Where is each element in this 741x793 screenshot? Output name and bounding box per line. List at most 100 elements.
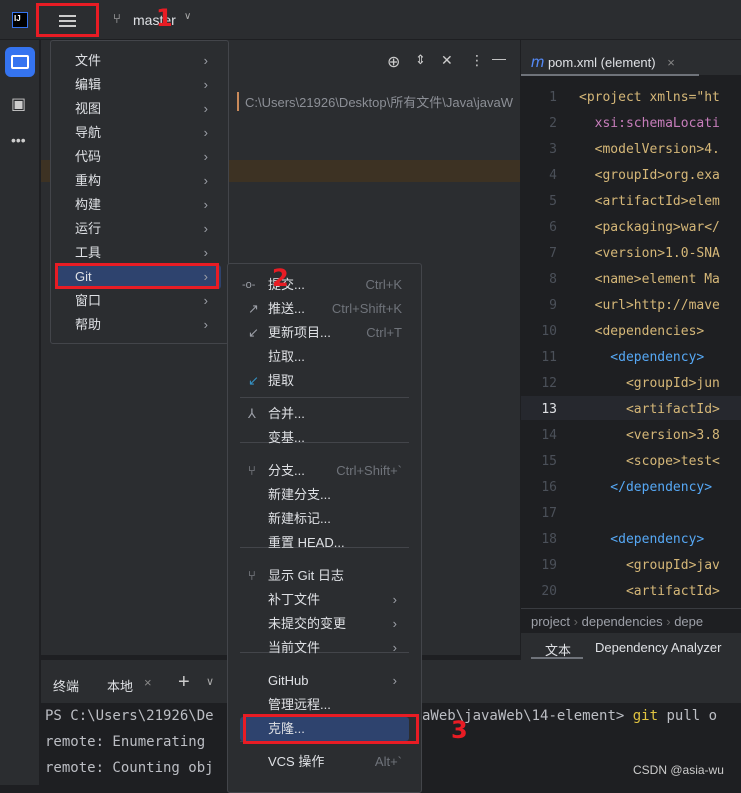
chevron-right-icon: › xyxy=(203,293,208,308)
menu-item-6[interactable]: 构建 › xyxy=(51,193,228,217)
git-menu-item-11[interactable]: ⑂ 显示 Git 日志 xyxy=(228,564,421,588)
git-menu-item-3[interactable]: 拉取... xyxy=(228,345,421,369)
code-line: <groupId>jun xyxy=(579,376,720,391)
merge-icon: ⅄ xyxy=(248,406,256,421)
tab-local[interactable]: 本地 xyxy=(107,676,133,695)
line-number: 20 xyxy=(541,584,557,599)
code-line: <artifactId>elem xyxy=(579,194,720,209)
line-number: 2 xyxy=(549,116,557,131)
folder-icon xyxy=(11,55,29,69)
chevron-right-icon: › xyxy=(392,616,397,631)
menu-item-11[interactable]: 帮助 › xyxy=(51,313,228,337)
close-icon[interactable]: × xyxy=(667,55,675,70)
git-menu-item-12[interactable]: 补丁文件 › xyxy=(228,588,421,612)
git-menu-item-18[interactable]: VCS 操作 Alt+` xyxy=(228,750,421,774)
breadcrumb: project › dependencies › depe xyxy=(521,608,741,632)
collapse-icon[interactable]: ✕ xyxy=(441,52,453,69)
git-menu-item-14[interactable]: 当前文件 › xyxy=(228,636,421,660)
code-line: <groupId>org.exa xyxy=(579,168,720,183)
git-menu-item-0[interactable]: -o- 提交... Ctrl+K xyxy=(228,273,421,297)
breadcrumb-project[interactable]: project xyxy=(531,614,570,629)
code-line: xsi:schemaLocati xyxy=(579,116,720,131)
add-icon[interactable]: + xyxy=(178,671,190,694)
code-line: <version>3.8 xyxy=(579,428,720,443)
tool-window-strip: ▣ ••• xyxy=(0,40,40,785)
title-bar: IJ ⑂ master ∨ 1 xyxy=(0,0,741,40)
hamburger-icon xyxy=(59,15,76,27)
hide-icon[interactable]: — xyxy=(492,50,506,66)
menu-item-10[interactable]: 窗口 › xyxy=(51,289,228,313)
line-number: 3 xyxy=(549,142,557,157)
chevron-right-icon: › xyxy=(203,173,208,188)
code-line: <dependency> xyxy=(579,532,705,547)
breadcrumb-dependency[interactable]: depe xyxy=(674,614,703,629)
line-number: 8 xyxy=(549,272,557,287)
breadcrumb-dependencies[interactable]: dependencies xyxy=(582,614,663,629)
line-number: 16 xyxy=(541,480,557,495)
chevron-right-icon: › xyxy=(203,125,208,140)
menu-item-2[interactable]: 视图 › xyxy=(51,97,228,121)
chevron-right-icon: › xyxy=(203,245,208,260)
code-line: <project xmlns="ht xyxy=(579,90,720,105)
update-arrow-icon: ↙ xyxy=(248,325,259,340)
locate-icon[interactable]: ⊕ xyxy=(387,52,400,72)
menu-item-8[interactable]: 工具 › xyxy=(51,241,228,265)
git-menu-item-2[interactable]: ↙ 更新项目... Ctrl+T xyxy=(228,321,421,345)
structure-icon[interactable]: ▣ xyxy=(11,94,26,114)
code-line: <packaging>war</ xyxy=(579,220,720,235)
chevron-right-icon: › xyxy=(392,640,397,655)
project-tool-button[interactable] xyxy=(5,47,35,77)
menu-separator xyxy=(240,397,409,398)
git-menu-item-9[interactable]: 新建标记... xyxy=(228,507,421,531)
code-line: <artifactId> xyxy=(579,584,720,599)
chevron-right-icon: › xyxy=(203,317,208,332)
annotation-1: 1 xyxy=(156,4,173,32)
chevron-down-icon[interactable]: ∨ xyxy=(206,675,214,688)
line-number: 6 xyxy=(549,220,557,235)
git-menu-item-15[interactable]: GitHub › xyxy=(228,669,421,693)
main-menu-button[interactable] xyxy=(36,3,99,37)
chevron-right-icon: › xyxy=(203,53,208,68)
menu-item-5[interactable]: 重构 › xyxy=(51,169,228,193)
git-menu-item-6[interactable]: 变基... xyxy=(228,426,421,450)
tab-dependency-analyzer[interactable]: Dependency Analyzer xyxy=(595,640,721,655)
line-number: 5 xyxy=(549,194,557,209)
commit-icon: -o- xyxy=(242,279,256,291)
annotation-box-clone xyxy=(243,714,419,744)
editor-tab[interactable]: m pom.xml (element) × xyxy=(531,54,675,72)
chevron-right-icon: › xyxy=(203,101,208,116)
chevron-right-icon: › xyxy=(203,197,208,212)
line-number: 4 xyxy=(549,168,557,183)
line-number: 17 xyxy=(541,506,557,521)
git-menu-item-1[interactable]: ↗ 推送... Ctrl+Shift+K xyxy=(228,297,421,321)
line-number: 13 xyxy=(541,402,557,417)
git-menu-item-10[interactable]: 重置 HEAD... xyxy=(228,531,421,555)
code-line: <groupId>jav xyxy=(579,558,720,573)
git-menu-item-7[interactable]: ⑂ 分支... Ctrl+Shift+` xyxy=(228,459,421,483)
menu-item-4[interactable]: 代码 › xyxy=(51,145,228,169)
code-line: <dependencies> xyxy=(579,324,705,339)
line-number: 7 xyxy=(549,246,557,261)
options-icon[interactable]: ⋮ xyxy=(470,52,484,69)
annotation-box-git xyxy=(55,263,219,289)
annotation-3: 3 xyxy=(451,716,468,744)
git-menu-item-5[interactable]: ⅄ 合并... xyxy=(228,402,421,426)
maven-icon: m xyxy=(531,54,545,71)
line-number: 10 xyxy=(541,324,557,339)
git-menu-item-13[interactable]: 未提交的变更 › xyxy=(228,612,421,636)
line-number: 1 xyxy=(549,90,557,105)
menu-item-1[interactable]: 编辑 › xyxy=(51,73,228,97)
close-icon[interactable]: × xyxy=(144,675,152,690)
intellij-logo: IJ xyxy=(12,12,28,28)
line-number: 18 xyxy=(541,532,557,547)
menu-item-7[interactable]: 运行 › xyxy=(51,217,228,241)
expand-icon[interactable]: ⇕ xyxy=(415,52,426,68)
line-number: 14 xyxy=(541,428,557,443)
code-line: <name>element Ma xyxy=(579,272,720,287)
git-menu-item-8[interactable]: 新建分支... xyxy=(228,483,421,507)
git-menu-item-4[interactable]: ↙ 提取 xyxy=(228,369,421,393)
menu-item-0[interactable]: 文件 › xyxy=(51,49,228,73)
menu-item-3[interactable]: 导航 › xyxy=(51,121,228,145)
code-line: </dependency> xyxy=(579,480,713,495)
more-icon[interactable]: ••• xyxy=(11,132,26,148)
